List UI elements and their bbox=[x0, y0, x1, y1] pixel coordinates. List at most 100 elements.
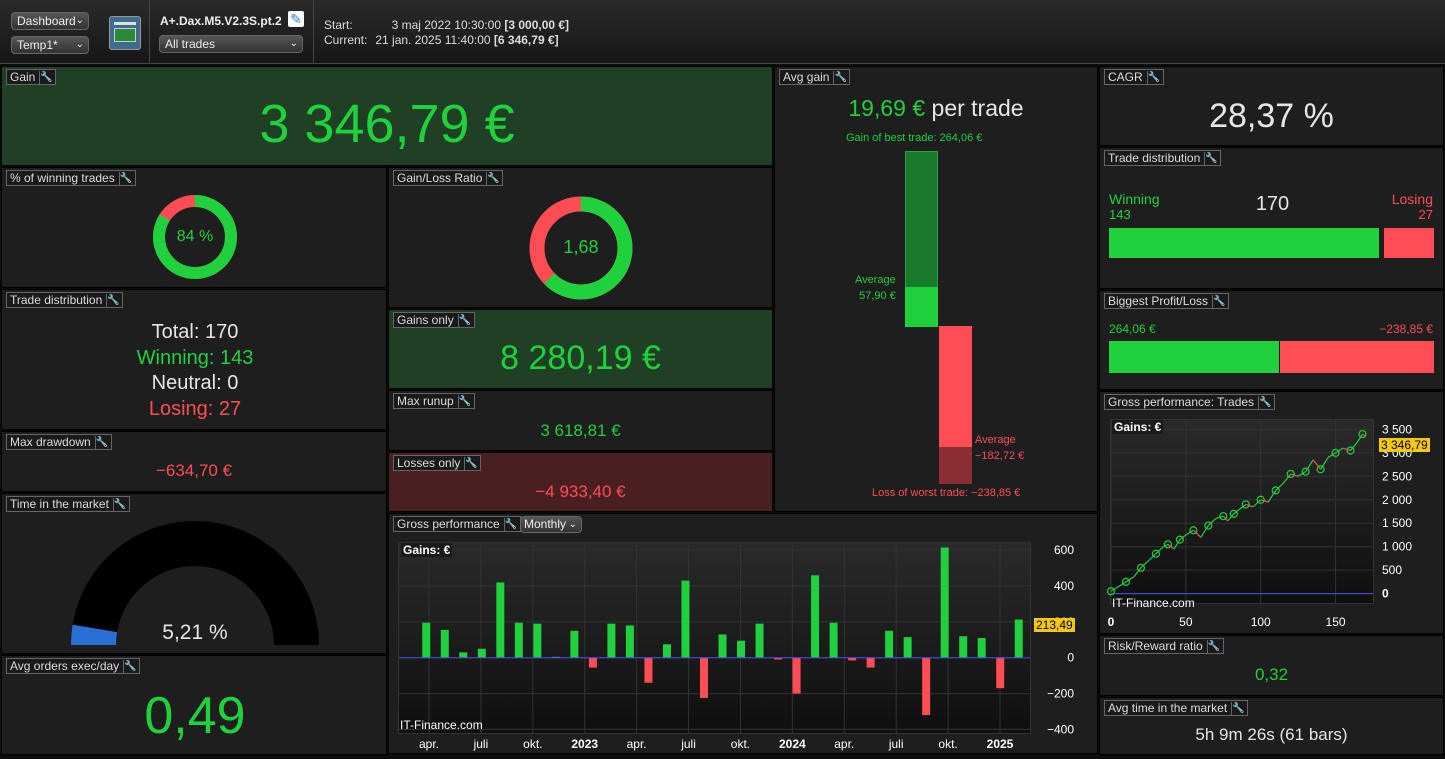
bar bbox=[811, 575, 820, 658]
panel-title-label: Biggest Profit/Loss bbox=[1108, 294, 1209, 308]
gains-only-panel: Gains only 🔧 8 280,19 € bbox=[388, 309, 773, 389]
bar bbox=[440, 629, 449, 658]
y-tick-label: 0 bbox=[1382, 587, 1389, 601]
gross-trades-last-value: 3 346,79 bbox=[1379, 438, 1430, 452]
start-amount: [3 000,00 €] bbox=[504, 18, 570, 32]
biggest-profit: 264,06 € bbox=[1109, 322, 1156, 336]
gain-loss-ratio-title: Gain/Loss Ratio 🔧 bbox=[393, 170, 504, 186]
panel-title-label: Trade distribution bbox=[10, 293, 103, 307]
toolbar: Dashboard ⌄ Temp1* ⌄ A+.Dax.M5.V2.3S.pt.2 … bbox=[0, 0, 1445, 64]
edit-icon[interactable]: ✎ bbox=[288, 11, 304, 27]
trade-dist-left-panel: Trade distribution 🔧 Total: 170 Winning: … bbox=[1, 289, 387, 430]
avg-loss-label: Average −182,72 € bbox=[975, 432, 1024, 464]
trades-filter-label: All trades bbox=[165, 37, 216, 51]
cagr-panel: CAGR 🔧 28,37 % bbox=[1099, 66, 1444, 146]
view-select[interactable]: Dashboard ⌄ bbox=[11, 12, 89, 30]
max-drawdown-value: −634,70 € bbox=[155, 461, 233, 480]
wrench-icon[interactable]: 🔧 bbox=[1231, 701, 1245, 715]
wrench-icon[interactable]: 🔧 bbox=[486, 171, 500, 185]
y-tick-label: −400 bbox=[1047, 722, 1074, 736]
losing-bar bbox=[1384, 228, 1434, 258]
panel-title-label: % of winning trades bbox=[10, 171, 115, 185]
wrench-icon[interactable]: 🔧 bbox=[464, 456, 478, 470]
panel-title-label: Max runup bbox=[397, 394, 454, 408]
gross-perf-last-value: 213,49 bbox=[1034, 618, 1075, 632]
equity-segment bbox=[1267, 490, 1277, 503]
x-tick-label: okt. bbox=[938, 737, 957, 751]
losing-count: 27 bbox=[1418, 207, 1433, 222]
bar bbox=[996, 657, 1005, 689]
start-label: Start: bbox=[324, 18, 353, 32]
bar bbox=[514, 622, 523, 658]
wrench-icon[interactable]: 🔧 bbox=[457, 394, 471, 408]
wrench-icon[interactable]: 🔧 bbox=[39, 70, 53, 84]
x-tick-label: 0 bbox=[1108, 615, 1115, 629]
bar bbox=[792, 657, 801, 694]
risk-reward-value: 0,32 bbox=[1254, 665, 1289, 684]
avg-gain-line: 19,69 € per trade bbox=[775, 95, 1097, 122]
wrench-icon[interactable]: 🔧 bbox=[118, 171, 132, 185]
panel-title-label: CAGR bbox=[1108, 70, 1143, 84]
pct-winning-panel: % of winning trades 🔧 84 % bbox=[1, 167, 387, 288]
gain-loss-ratio-panel: Gain/Loss Ratio 🔧 1,68 bbox=[388, 167, 773, 308]
gross-trades-watermark: IT-Finance.com bbox=[1112, 596, 1195, 610]
gain-title: Gain 🔧 bbox=[6, 69, 57, 85]
strategy-settings-icon[interactable] bbox=[109, 16, 141, 50]
max-drawdown-title: Max drawdown 🔧 bbox=[6, 434, 112, 450]
neutral-line: Neutral: 0 bbox=[151, 372, 239, 394]
x-tick-label: 2024 bbox=[779, 737, 806, 751]
equity-segment bbox=[1320, 457, 1329, 470]
view-select-label: Dashboard bbox=[17, 14, 76, 28]
profit-bar bbox=[1109, 341, 1279, 373]
wrench-icon[interactable]: 🔧 bbox=[1146, 70, 1160, 84]
avg-orders-value: 0,49 bbox=[144, 687, 246, 745]
avg-time-value: 5h 9m 26s (61 bars) bbox=[1195, 725, 1348, 744]
trade-dist-left-title: Trade distribution 🔧 bbox=[6, 292, 124, 308]
panel-title-label: Avg orders exec/day bbox=[10, 659, 120, 673]
x-tick-label: juli bbox=[888, 737, 904, 751]
bar bbox=[477, 648, 486, 658]
risk-reward-title: Risk/Reward ratio 🔧 bbox=[1104, 638, 1224, 654]
wrench-icon[interactable]: 🔧 bbox=[833, 70, 847, 84]
current-amount: [6 346,79 €] bbox=[493, 33, 559, 47]
trade-dist-right-title: Trade distribution 🔧 bbox=[1104, 150, 1222, 166]
strategy-name: A+.Dax.M5.V2.3S.pt.2 bbox=[160, 14, 282, 28]
chevron-down-icon: ⌄ bbox=[289, 38, 298, 49]
y-tick-label: 400 bbox=[1054, 579, 1074, 593]
bar bbox=[903, 637, 912, 658]
bar bbox=[699, 657, 708, 699]
x-tick-label: apr. bbox=[627, 737, 647, 751]
gross-perf-label: Gains: € bbox=[401, 543, 453, 557]
wrench-icon[interactable]: 🔧 bbox=[123, 659, 137, 673]
bar bbox=[662, 644, 671, 658]
gross-trades-panel: Gross performance: Trades 🔧 0 500 1 000 1 50… bbox=[1099, 391, 1444, 634]
start-date: 3 maj 2022 10:30:00 bbox=[391, 18, 501, 32]
chevron-down-icon: ⌄ bbox=[75, 15, 84, 26]
gain-value: 3 346,79 € bbox=[259, 94, 515, 154]
y-tick-label: 1 500 bbox=[1382, 516, 1412, 530]
biggest-title: Biggest Profit/Loss 🔧 bbox=[1104, 293, 1230, 309]
avg-gain-panel: Avg gain 🔧 19,69 € per trade Gain of best… bbox=[774, 66, 1098, 512]
wrench-icon[interactable]: 🔧 bbox=[1206, 639, 1220, 653]
avg-win-bar bbox=[905, 287, 938, 327]
wrench-icon[interactable]: 🔧 bbox=[106, 293, 120, 307]
chart-icon-part bbox=[114, 28, 136, 42]
best-trade-label: Gain of best trade: 264,06 € bbox=[846, 132, 983, 144]
panel-title-label: Max drawdown bbox=[10, 435, 91, 449]
avg-gain-value: 19,69 € bbox=[848, 95, 926, 121]
wrench-icon[interactable]: 🔧 bbox=[1204, 151, 1218, 165]
wrench-icon[interactable]: 🔧 bbox=[457, 313, 471, 327]
bar bbox=[1014, 619, 1023, 658]
template-select[interactable]: Temp1* ⌄ bbox=[11, 36, 89, 54]
gains-only-value: 8 280,19 € bbox=[500, 339, 661, 377]
y-tick-label: 2 500 bbox=[1382, 469, 1412, 483]
bar bbox=[459, 652, 468, 658]
panel-title-label: Trade distribution bbox=[1108, 151, 1201, 165]
trade-dist-text: Total: 170 Winning: 143 Neutral: 0 Losin… bbox=[2, 320, 386, 422]
bar bbox=[718, 634, 727, 658]
current-date: 21 jan. 2025 11:40:00 bbox=[375, 33, 491, 47]
wrench-icon[interactable]: 🔧 bbox=[1212, 294, 1226, 308]
wrench-icon[interactable]: 🔧 bbox=[94, 435, 108, 449]
trades-filter-select[interactable]: All trades ⌄ bbox=[159, 35, 303, 53]
bar bbox=[940, 547, 949, 658]
